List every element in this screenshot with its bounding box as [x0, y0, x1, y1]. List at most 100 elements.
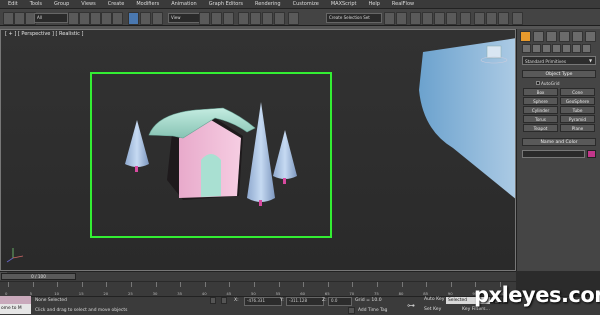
- menu-views[interactable]: Views: [81, 1, 95, 7]
- time-tag-icon[interactable]: [348, 307, 355, 314]
- graphite-ribbon-icon[interactable]: [422, 12, 433, 25]
- align-icon[interactable]: [396, 12, 407, 25]
- z-coordinate-field[interactable]: 0.0: [328, 297, 352, 306]
- realflow-icon[interactable]: [512, 12, 523, 25]
- curve-editor-icon[interactable]: [434, 12, 445, 25]
- z-coordinate-label: Z:: [322, 298, 327, 303]
- maxscript-welcome-text[interactable]: ome to M: [0, 304, 31, 314]
- primitive-cylinder-button[interactable]: Cylinder: [523, 106, 558, 114]
- track-tick-mark: [401, 282, 403, 287]
- primitive-geosphere-button[interactable]: GeoSphere: [560, 97, 595, 105]
- auto-key-button[interactable]: Auto Key: [424, 297, 444, 302]
- cameras-icon[interactable]: [552, 44, 561, 53]
- name-and-color-rollout-header[interactable]: Name and Color: [522, 138, 596, 146]
- menu-help[interactable]: Help: [369, 1, 380, 7]
- schematic-view-icon[interactable]: [446, 12, 457, 25]
- render-production-icon[interactable]: [498, 12, 509, 25]
- modify-tab-icon[interactable]: [533, 31, 544, 42]
- viewport-label[interactable]: [ + ] [ Perspective ] [ Realistic ]: [5, 31, 83, 37]
- menu-edit[interactable]: Edit: [8, 1, 18, 7]
- scale-icon[interactable]: [152, 12, 163, 25]
- mirror-icon[interactable]: [384, 12, 395, 25]
- menu-graph-editors[interactable]: Graph Editors: [209, 1, 243, 7]
- percent-snap-icon[interactable]: [262, 12, 273, 25]
- x-coordinate-field[interactable]: -476.331: [244, 297, 282, 306]
- track-tick-mark: [352, 282, 354, 287]
- pivot-icon[interactable]: [199, 12, 210, 25]
- helpers-icon[interactable]: [562, 44, 571, 53]
- geometry-icon[interactable]: [522, 44, 531, 53]
- object-name-field[interactable]: [522, 150, 585, 158]
- spinner-snap-icon[interactable]: [274, 12, 285, 25]
- hierarchy-tab-icon[interactable]: [546, 31, 557, 42]
- track-tick-mark: [57, 282, 59, 287]
- menu-animation[interactable]: Animation: [171, 1, 197, 7]
- primitive-box-button[interactable]: Box: [523, 88, 558, 96]
- window-crossing-icon[interactable]: [101, 12, 112, 25]
- object-color-swatch[interactable]: [587, 150, 596, 158]
- time-slider-thumb[interactable]: 0 / 100: [1, 273, 76, 280]
- selection-filter-dropdown[interactable]: All: [34, 13, 68, 23]
- shapes-icon[interactable]: [532, 44, 541, 53]
- menu-rendering[interactable]: Rendering: [255, 1, 281, 7]
- reference-coordinate-dropdown[interactable]: View: [168, 13, 200, 23]
- undo-icon[interactable]: [3, 12, 14, 25]
- display-tab-icon[interactable]: [572, 31, 583, 42]
- primitive-plane-button[interactable]: Plane: [560, 124, 595, 132]
- redo-icon[interactable]: [14, 12, 25, 25]
- select-manipulate-icon[interactable]: [211, 12, 222, 25]
- key-filters-button[interactable]: Key Filters...: [462, 307, 490, 312]
- autogrid-checkbox[interactable]: [536, 81, 540, 85]
- object-type-rollout-header[interactable]: Object Type: [522, 70, 596, 78]
- track-tick-mark: [303, 282, 305, 287]
- primitive-torus-button[interactable]: Torus: [523, 115, 558, 123]
- time-slider[interactable]: [0, 271, 516, 281]
- primitive-teapot-button[interactable]: Teapot: [523, 124, 558, 132]
- menu-tools[interactable]: Tools: [30, 1, 42, 7]
- edit-named-selection-icon[interactable]: [288, 12, 299, 25]
- render-setup-icon[interactable]: [474, 12, 485, 25]
- set-key-button[interactable]: Set Key: [424, 307, 441, 312]
- rectangular-selection-icon[interactable]: [90, 12, 101, 25]
- track-tick-mark: [131, 282, 132, 287]
- angle-snap-icon[interactable]: [250, 12, 261, 25]
- rotate-icon[interactable]: [140, 12, 151, 25]
- key-icon[interactable]: ⊶: [407, 301, 415, 310]
- primitive-cone-button[interactable]: Cone: [560, 88, 595, 96]
- snaps-toggle-icon[interactable]: [238, 12, 249, 25]
- primitive-pyramid-button[interactable]: Pyramid: [560, 115, 595, 123]
- select-and-link-icon[interactable]: [112, 12, 123, 25]
- prompt-line-text: Click and drag to select and move object…: [35, 308, 128, 313]
- lock-selection-icon[interactable]: [210, 297, 216, 304]
- track-tick-mark: [180, 282, 182, 287]
- named-selection-sets-dropdown[interactable]: Create Selection Set: [326, 13, 382, 23]
- material-editor-icon[interactable]: [460, 12, 471, 25]
- maxscript-listener-mini[interactable]: [0, 296, 31, 304]
- layer-manager-icon[interactable]: [410, 12, 421, 25]
- motion-tab-icon[interactable]: [559, 31, 570, 42]
- create-tab-icon[interactable]: [520, 31, 531, 42]
- track-bar[interactable]: [0, 281, 516, 296]
- move-icon[interactable]: [128, 12, 139, 25]
- track-tick-mark: [155, 282, 157, 287]
- menu-modifiers[interactable]: Modifiers: [136, 1, 159, 7]
- primitive-tube-button[interactable]: Tube: [560, 106, 595, 114]
- primitive-category-dropdown[interactable]: Standard Primitives: [522, 56, 596, 65]
- lights-icon[interactable]: [542, 44, 551, 53]
- menu-customize[interactable]: Customize: [293, 1, 319, 7]
- primitive-sphere-button[interactable]: Sphere: [523, 97, 558, 105]
- utilities-tab-icon[interactable]: [585, 31, 596, 42]
- menu-group[interactable]: Group: [54, 1, 69, 7]
- systems-icon[interactable]: [582, 44, 591, 53]
- rendered-frame-window-icon[interactable]: [486, 12, 497, 25]
- menu-maxscript[interactable]: MAXScript: [331, 1, 357, 7]
- add-time-tag-button[interactable]: Add Time Tag: [358, 308, 387, 313]
- menu-realflow[interactable]: RealFlow: [392, 1, 414, 7]
- keyboard-shortcut-icon[interactable]: [223, 12, 234, 25]
- absolute-mode-icon[interactable]: [221, 297, 227, 304]
- space-warps-icon[interactable]: [572, 44, 581, 53]
- y-coordinate-field[interactable]: -311.128: [286, 297, 324, 306]
- select-object-icon[interactable]: [68, 12, 79, 25]
- menu-create[interactable]: Create: [108, 1, 125, 7]
- select-by-name-icon[interactable]: [79, 12, 90, 25]
